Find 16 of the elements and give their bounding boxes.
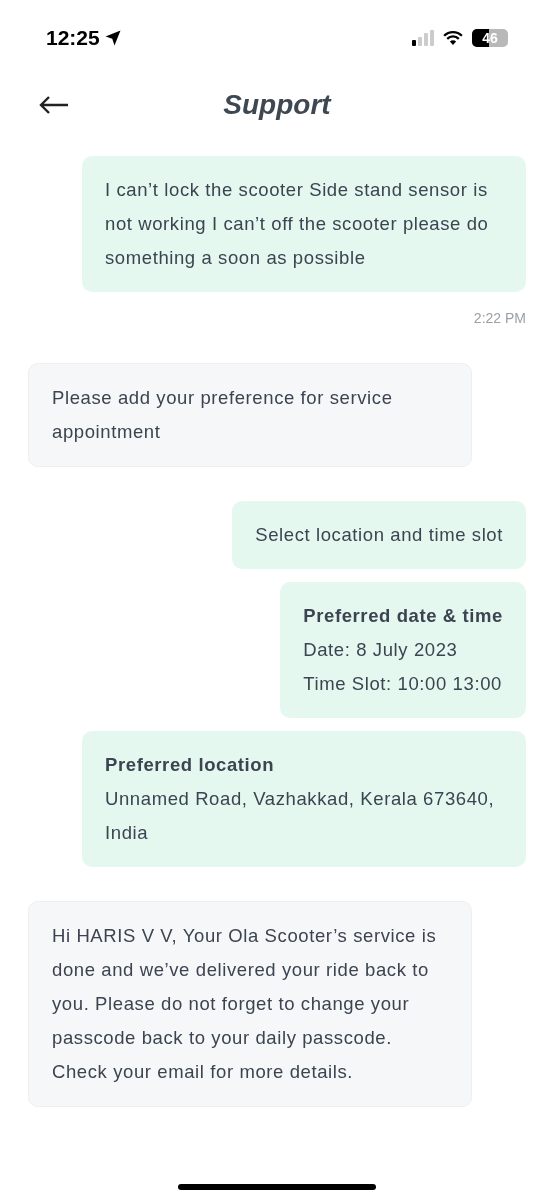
message-time: 2:22 PM [473, 309, 526, 328]
card-title: Preferred date & time [303, 604, 503, 628]
card-line: Date: 8 July 2023 [303, 638, 459, 662]
card-line: Unnamed Road, Vazhakkad, Kerala 673640, India [105, 787, 496, 845]
message-text: Hi HARIS V V, Your Ola Scooter’s service is done and we’ve delivered your ride back to you. Please do not forget to change your passcode back to your daily passcode. Check your email for more details. [52, 924, 438, 1084]
message-text: Please add your preference for service appointment [52, 386, 394, 444]
message-text: Select location and time slot [255, 523, 503, 547]
clock-time: 12:25 [46, 25, 100, 52]
card-title: Preferred location [105, 753, 276, 777]
signal-icon [412, 30, 434, 46]
wifi-icon [442, 30, 464, 46]
back-arrow-icon[interactable] [38, 95, 70, 115]
page-title: Support [223, 88, 331, 122]
location-arrow-icon [103, 29, 122, 47]
card-line: Time Slot: 10:00 13:00 [303, 672, 503, 696]
message-text: I can’t lock the scooter Side stand sensor is not working I can’t off the scooter please do something a soon as possible [105, 178, 490, 270]
